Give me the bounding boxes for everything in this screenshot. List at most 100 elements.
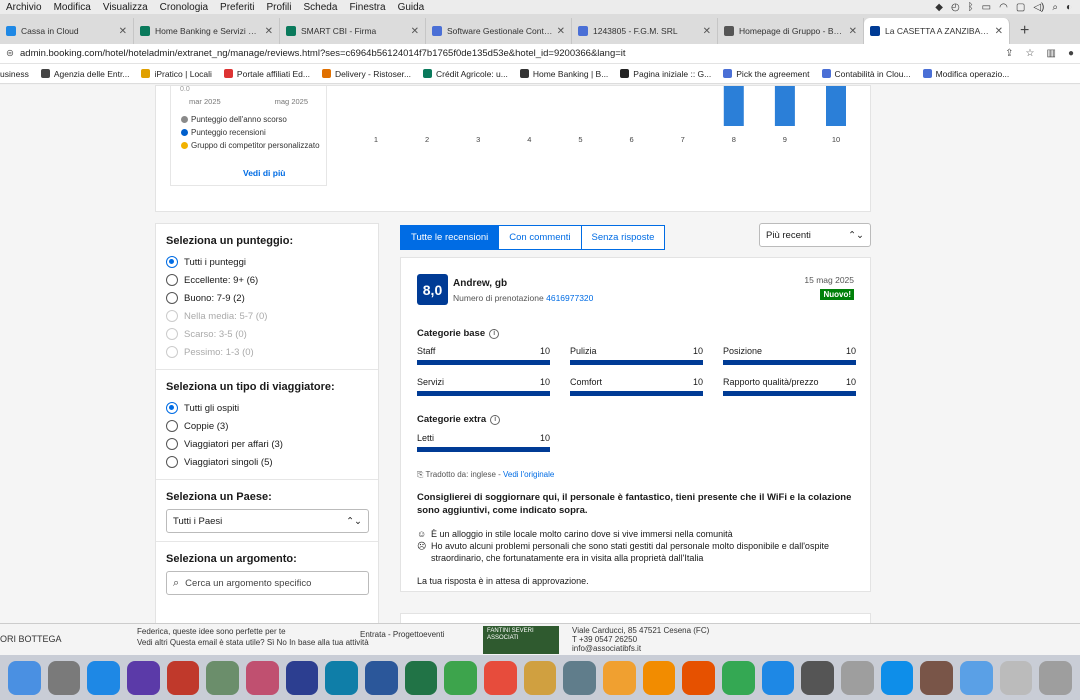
bookmark[interactable]: Pagina iniziale :: G... bbox=[620, 69, 711, 79]
control-center-icon[interactable]: ◐ bbox=[1066, 2, 1072, 13]
close-icon[interactable]: ✕ bbox=[995, 26, 1003, 37]
tab-with-comments[interactable]: Con commenti bbox=[499, 225, 582, 250]
numbers-icon[interactable] bbox=[444, 660, 478, 695]
bookmark[interactable]: Crédit Agricole: u... bbox=[423, 69, 508, 79]
close-icon[interactable]: ✕ bbox=[557, 26, 565, 37]
browser-tab[interactable]: Homepage di Gruppo - Book ✕ bbox=[718, 18, 864, 44]
tool-icon[interactable] bbox=[801, 660, 835, 695]
bookmark[interactable]: Modifica operazio... bbox=[922, 69, 1009, 79]
app-store-icon[interactable] bbox=[87, 660, 121, 695]
site-info-icon[interactable]: ⊜ bbox=[6, 48, 16, 59]
close-icon[interactable]: ✕ bbox=[265, 26, 273, 37]
info-icon[interactable]: i bbox=[489, 328, 500, 339]
dropbox-icon[interactable]: ◆ bbox=[935, 2, 943, 13]
remote-desktop-icon[interactable] bbox=[166, 660, 200, 695]
menu-guida[interactable]: Guida bbox=[392, 2, 431, 13]
topic-search-input[interactable]: ⌕ Cerca un argomento specifico bbox=[166, 571, 369, 595]
teamviewer-icon[interactable] bbox=[880, 660, 914, 695]
menu-modifica[interactable]: Modifica bbox=[48, 2, 97, 13]
browser-tab[interactable]: Software Gestionale Contab ✕ bbox=[426, 18, 572, 44]
photos-2-icon[interactable] bbox=[603, 660, 636, 695]
close-icon[interactable]: ✕ bbox=[411, 26, 419, 37]
search-icon[interactable]: ⌕ bbox=[1052, 2, 1058, 13]
radio-excellent[interactable]: Eccellente: 9+ (6) bbox=[166, 271, 368, 289]
company-address: Viale Carducci, 85 47521 Cesena (FC) T +… bbox=[572, 626, 709, 653]
display-icon[interactable]: ▢ bbox=[1016, 2, 1025, 13]
browser-tab[interactable]: Cassa in Cloud ✕ bbox=[0, 18, 134, 44]
see-original-link[interactable]: Vedi l'originale bbox=[503, 470, 554, 479]
tab-all-reviews[interactable]: Tutte le recensioni bbox=[400, 225, 500, 250]
url-field[interactable]: admin.booking.com/hotel/hoteladmin/extra… bbox=[20, 48, 1005, 59]
tab-no-replies[interactable]: Senza risposte bbox=[581, 225, 666, 250]
radio-all-scores[interactable]: Tutti i punteggi bbox=[166, 253, 368, 271]
bookmark[interactable]: Pick the agreement bbox=[723, 69, 810, 79]
info-icon[interactable]: i bbox=[490, 414, 501, 425]
bookmark[interactable]: Contabilità in Clou... bbox=[821, 69, 911, 79]
positive-text: È un alloggio in stile locale molto cari… bbox=[431, 529, 733, 539]
new-tab-icon[interactable]: + bbox=[1010, 22, 1039, 44]
finder-icon[interactable] bbox=[8, 660, 41, 695]
bookmark[interactable]: Home Banking | B... bbox=[519, 69, 608, 79]
share-icon[interactable]: ⇪ bbox=[1005, 48, 1013, 59]
radio-good[interactable]: Buono: 7-9 (2) bbox=[166, 289, 368, 307]
bookmark[interactable]: Delivery - Ristoser... bbox=[322, 69, 411, 79]
close-icon[interactable]: ✕ bbox=[703, 26, 711, 37]
siri-icon[interactable] bbox=[127, 660, 160, 695]
menu-finestra[interactable]: Finestra bbox=[343, 2, 391, 13]
excel-icon[interactable] bbox=[404, 660, 438, 695]
menu-cronologia[interactable]: Cronologia bbox=[154, 2, 214, 13]
radio-business[interactable]: Viaggiatori per affari (3) bbox=[166, 435, 368, 453]
bluetooth-icon[interactable]: ᛒ bbox=[968, 2, 974, 13]
calendar-icon[interactable] bbox=[484, 660, 517, 695]
vlc-icon[interactable] bbox=[642, 660, 676, 695]
photos-icon[interactable] bbox=[246, 660, 279, 695]
next-review-card bbox=[400, 613, 871, 623]
help-icon[interactable] bbox=[841, 660, 874, 695]
browser-tab[interactable]: Home Banking e Servizi Digi ✕ bbox=[134, 18, 280, 44]
review-positive: ☺ È un alloggio in stile locale molto car… bbox=[417, 528, 857, 540]
bookmark[interactable]: iPratico | Locali bbox=[141, 69, 212, 79]
menu-visualizza[interactable]: Visualizza bbox=[97, 2, 154, 13]
sort-select[interactable]: Più recenti ⌃⌄ bbox=[759, 223, 871, 247]
browser-tab[interactable]: 1243805 - F.G.M. SRL ✕ bbox=[572, 18, 718, 44]
menu-preferiti[interactable]: Preferiti bbox=[214, 2, 260, 13]
menu-scheda[interactable]: Scheda bbox=[298, 2, 344, 13]
word-icon[interactable] bbox=[365, 660, 398, 695]
volume-icon[interactable]: ◁) bbox=[1033, 2, 1044, 13]
time-machine-icon[interactable]: ◴ bbox=[951, 2, 960, 13]
close-icon[interactable]: ✕ bbox=[849, 26, 857, 37]
profile-icon[interactable]: ● bbox=[1068, 48, 1074, 59]
see-more-link[interactable]: Vedi di più bbox=[243, 168, 286, 178]
bookmark[interactable]: Portale affiliati Ed... bbox=[223, 69, 310, 79]
menu-profili[interactable]: Profili bbox=[261, 2, 298, 13]
bookmark[interactable]: Agenzia delle Entr... bbox=[40, 69, 129, 79]
bookmark[interactable]: usiness bbox=[0, 69, 29, 79]
booking-number-link[interactable]: 4616977320 bbox=[546, 293, 593, 303]
radio-solo[interactable]: Viaggiatori singoli (5) bbox=[166, 453, 368, 471]
safari-icon[interactable] bbox=[761, 660, 795, 695]
radio-couples[interactable]: Coppie (3) bbox=[166, 417, 368, 435]
firefox-icon[interactable] bbox=[682, 660, 716, 695]
wifi-icon[interactable]: ◠ bbox=[999, 2, 1008, 13]
textedit-icon[interactable] bbox=[523, 660, 557, 695]
utility-icon[interactable] bbox=[920, 660, 954, 695]
mail-icon[interactable] bbox=[563, 660, 597, 695]
preview-icon[interactable] bbox=[206, 660, 240, 695]
close-icon[interactable]: ✕ bbox=[119, 26, 127, 37]
folder-icon[interactable] bbox=[960, 660, 993, 695]
menu-archivio[interactable]: Archivio bbox=[0, 2, 48, 13]
browser-tab-active[interactable]: La CASETTA A ZANZIBAR Bo ✕ bbox=[864, 18, 1010, 44]
sidebar-icon[interactable]: ▥ bbox=[1047, 48, 1056, 59]
bookmark-star-icon[interactable]: ☆ bbox=[1026, 48, 1035, 59]
browser-tab[interactable]: SMART CBI - Firma ✕ bbox=[280, 18, 426, 44]
radio-label: Pessimo: 1-3 (0) bbox=[184, 346, 254, 358]
radio-all-guests[interactable]: Tutti gli ospiti bbox=[166, 399, 368, 417]
trash-icon[interactable] bbox=[1039, 660, 1073, 695]
window-icon[interactable] bbox=[999, 660, 1033, 695]
launchpad-icon[interactable] bbox=[47, 660, 81, 695]
edge-icon[interactable] bbox=[325, 660, 359, 695]
settings-icon[interactable] bbox=[285, 660, 319, 695]
chrome-icon[interactable] bbox=[722, 660, 755, 695]
battery-icon[interactable]: ▭ bbox=[982, 2, 991, 13]
country-select[interactable]: Tutti i Paesi ⌃⌄ bbox=[166, 509, 369, 533]
